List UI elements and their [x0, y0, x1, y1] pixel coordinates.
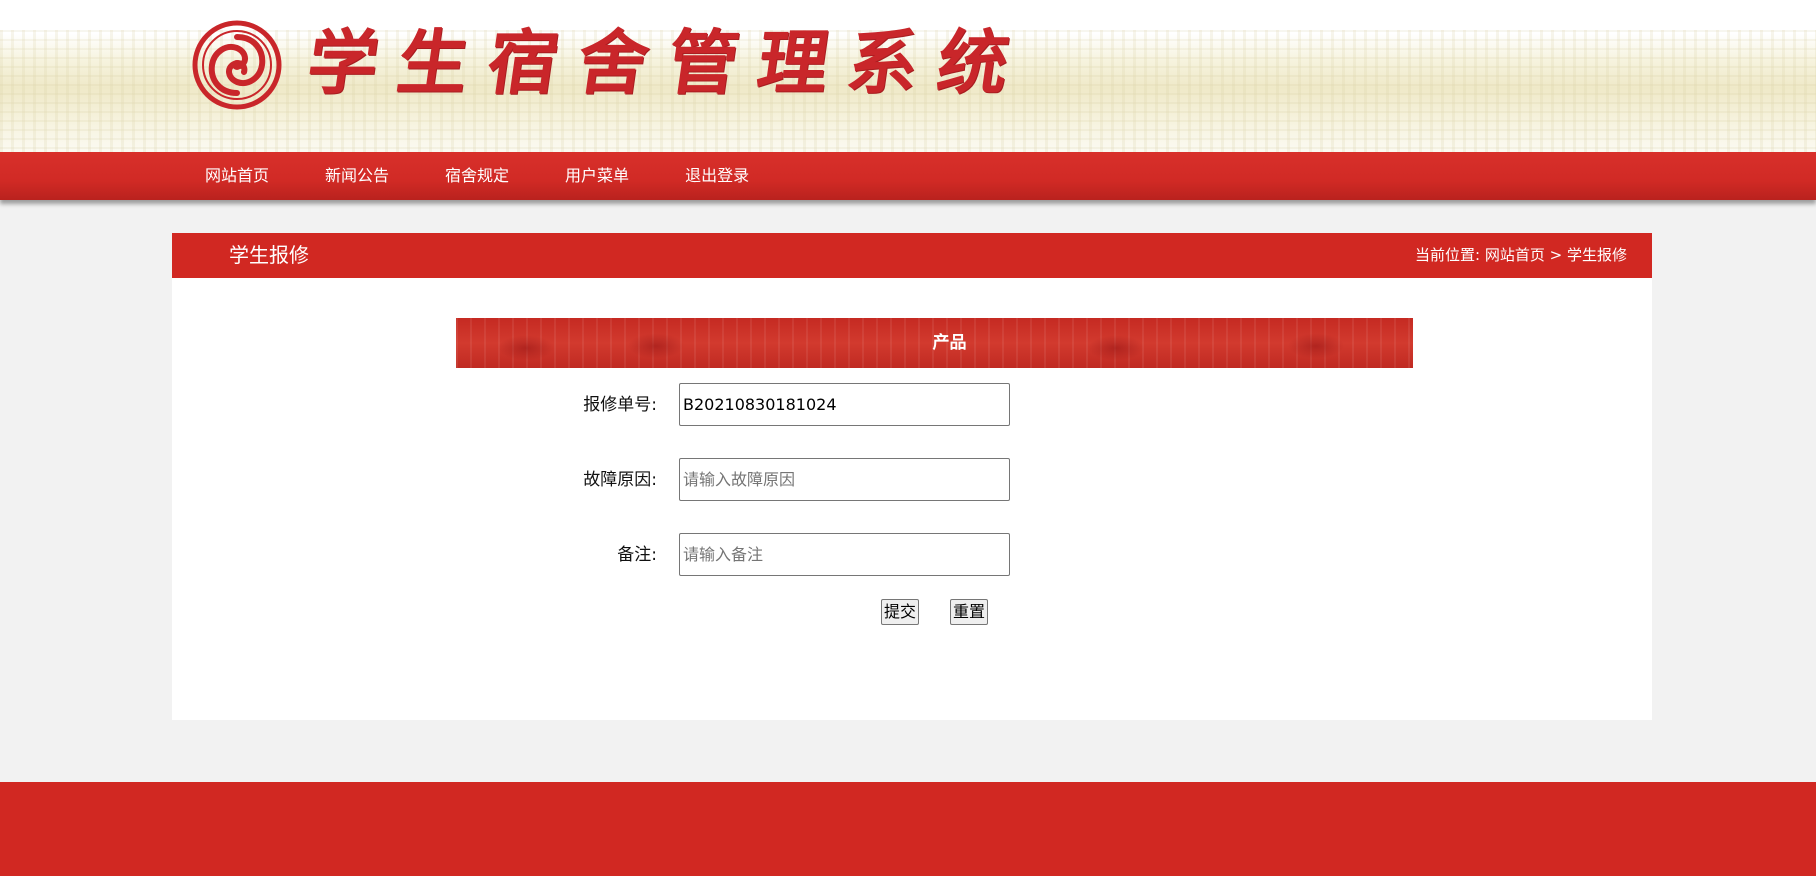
site-header: 学生宿舍管理系统 — [0, 0, 1816, 152]
breadcrumb: 当前位置: 网站首页 > 学生报修 — [1415, 233, 1627, 278]
repair-no-input[interactable] — [679, 383, 1010, 426]
site-footer — [0, 782, 1816, 876]
form-row-repair-no: 报修单号: — [172, 383, 1652, 427]
nav-item-news[interactable]: 新闻公告 — [300, 152, 414, 200]
section-banner-label: 产品 — [932, 333, 967, 353]
section-banner: 产品 — [456, 318, 1413, 368]
fault-reason-label: 故障原因: — [583, 470, 657, 490]
breadcrumb-prefix: 当前位置: — [1414, 246, 1481, 264]
nav-item-logout[interactable]: 退出登录 — [660, 152, 774, 200]
breadcrumb-separator: > — [1549, 246, 1563, 264]
nav-item-user-menu[interactable]: 用户菜单 — [540, 152, 654, 200]
nav-list: 网站首页 新闻公告 宿舍规定 用户菜单 退出登录 — [180, 152, 780, 200]
form-row-remark: 备注: — [172, 533, 1652, 577]
panel-header: 学生报修 当前位置: 网站首页 > 学生报修 — [172, 233, 1652, 278]
submit-button[interactable]: 提交 — [881, 599, 920, 625]
breadcrumb-home-link[interactable]: 网站首页 — [1485, 246, 1545, 264]
content-panel: 学生报修 当前位置: 网站首页 > 学生报修 产品 报修单号: 故障原因: 备注… — [172, 233, 1652, 720]
remark-input[interactable] — [679, 533, 1010, 576]
breadcrumb-current: 学生报修 — [1566, 246, 1627, 264]
nav-item-home[interactable]: 网站首页 — [180, 152, 294, 200]
reset-button[interactable]: 重置 — [950, 599, 989, 625]
form-row-fault-reason: 故障原因: — [172, 458, 1652, 502]
site-title: 学生宿舍管理系统 — [302, 21, 1034, 104]
main-navbar: 网站首页 新闻公告 宿舍规定 用户菜单 退出登录 — [0, 152, 1816, 200]
repair-no-label: 报修单号: — [583, 395, 657, 415]
remark-label: 备注: — [617, 545, 657, 565]
page-title: 学生报修 — [229, 243, 309, 267]
emblem-logo-icon — [192, 20, 282, 110]
fault-reason-input[interactable] — [679, 458, 1010, 501]
nav-item-rules[interactable]: 宿舍规定 — [420, 152, 534, 200]
